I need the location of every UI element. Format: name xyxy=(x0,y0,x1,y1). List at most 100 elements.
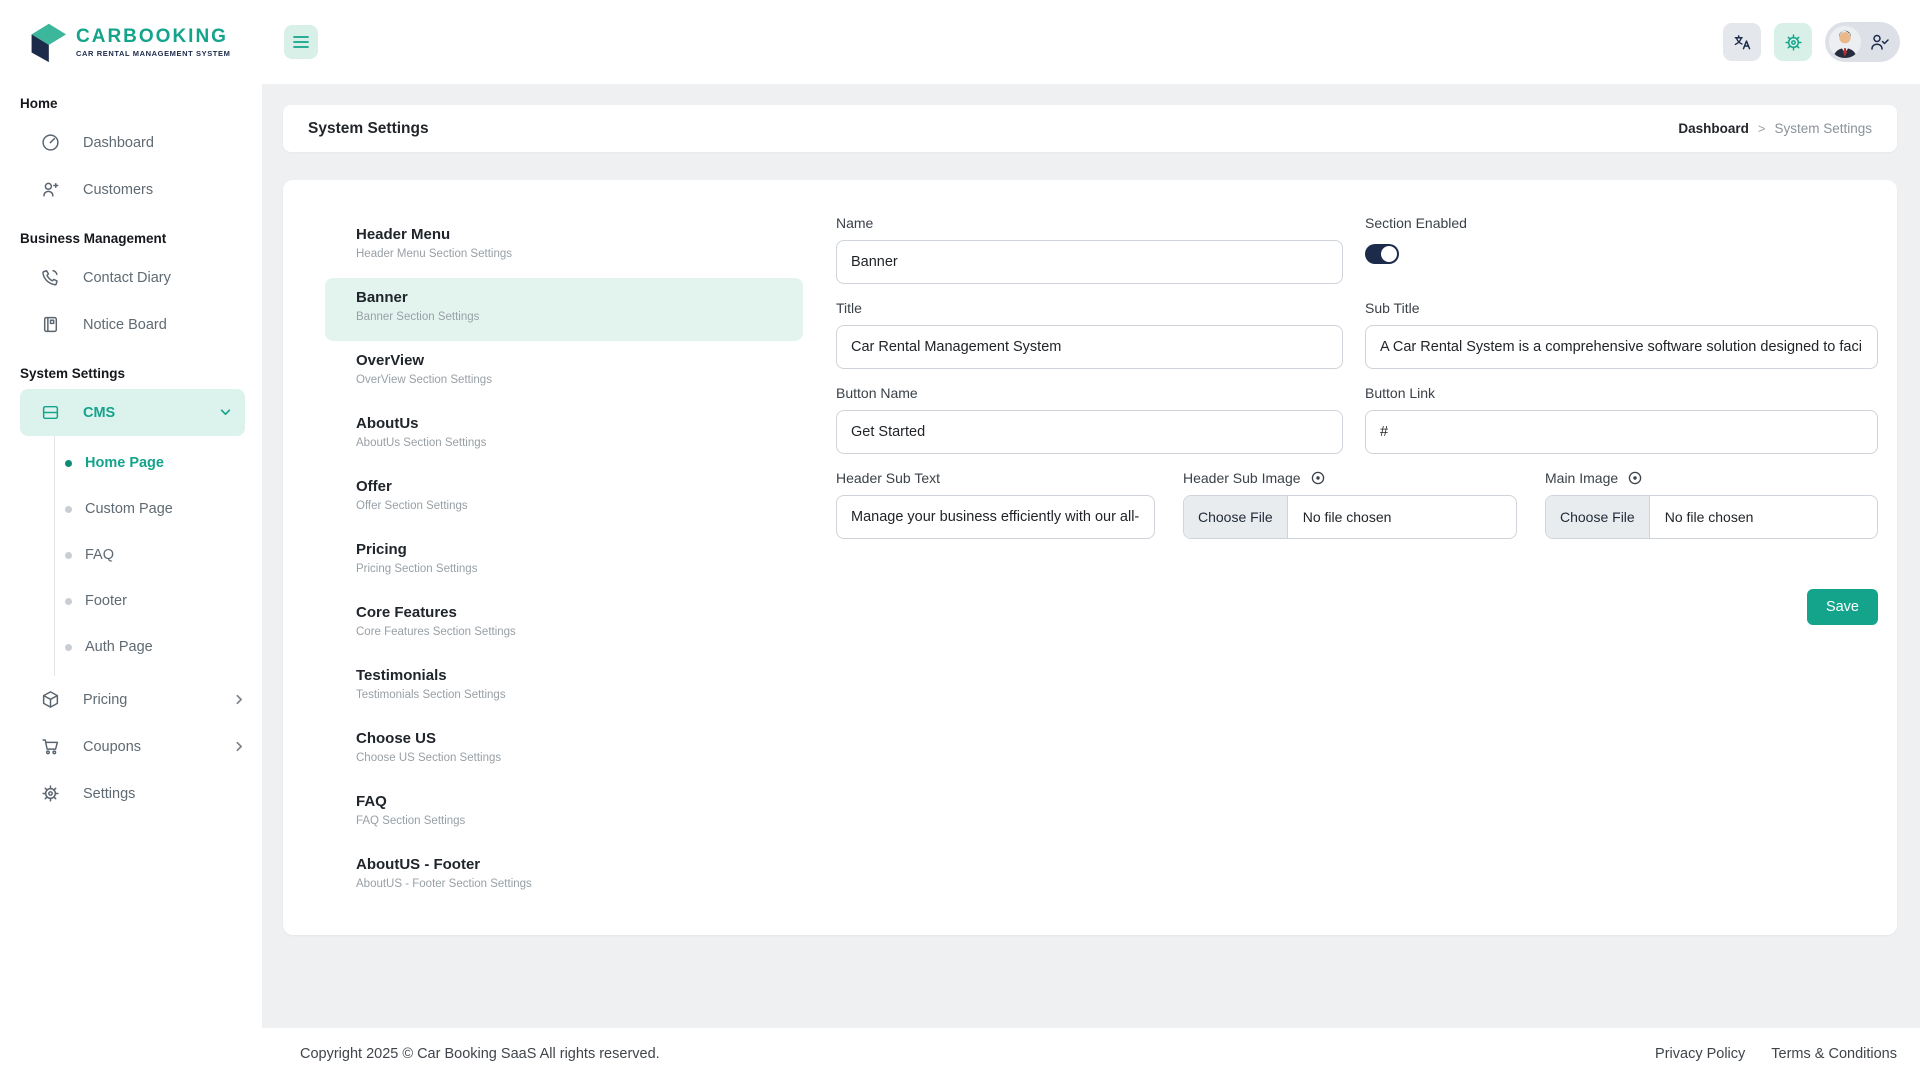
section-list-item-choose-us[interactable]: Choose USChoose US Section Settings xyxy=(325,719,803,782)
page-title: System Settings xyxy=(308,120,429,138)
sidebar-toggle-button[interactable] xyxy=(284,25,318,59)
banner-section-form: Name Section Enabled Title xyxy=(836,215,1878,895)
section-list-item-faq[interactable]: FAQ FAQ Section Settings xyxy=(325,782,803,845)
chevron-right-icon xyxy=(234,694,245,705)
section-item-title: OverView xyxy=(356,352,787,369)
sidebar-subitem-label: Footer xyxy=(85,593,127,609)
title-input[interactable] xyxy=(836,325,1343,369)
section-list-item-pricing[interactable]: PricingPricing Section Settings xyxy=(325,530,803,593)
main-image-preview-icon[interactable] xyxy=(1627,470,1643,486)
bullet-icon xyxy=(65,598,72,605)
button-name-label: Button Name xyxy=(836,385,1343,401)
footer-links: Privacy Policy Terms & Conditions xyxy=(1655,1046,1897,1062)
section-list-item-offer[interactable]: OfferOffer Section Settings xyxy=(325,467,803,530)
title-label: Title xyxy=(836,300,1343,316)
section-list-item-overview[interactable]: OverView OverView Section Settings xyxy=(325,341,803,404)
sub-title-input[interactable] xyxy=(1365,325,1878,369)
section-item-title: FAQ xyxy=(356,793,787,810)
sidebar-item-contact-diary[interactable]: Contact Diary xyxy=(0,254,262,301)
section-list-item-banner[interactable]: BannerBanner Section Settings xyxy=(325,278,803,341)
section-item-subtitle: FAQ Section Settings xyxy=(356,815,787,827)
sidebar-item-dashboard[interactable]: Dashboard xyxy=(0,119,262,166)
sidebar-subitem-footer[interactable]: Footer xyxy=(55,578,262,624)
section-list-item-aboutus-footer[interactable]: AboutUS - FooterAboutUS - Footer Section… xyxy=(325,845,803,908)
toggle-knob xyxy=(1381,246,1397,262)
settings-button[interactable] xyxy=(1774,23,1812,61)
main-image-label: Main Image xyxy=(1545,470,1878,486)
sidebar-item-label: Coupons xyxy=(83,739,234,755)
section-enabled-label: Section Enabled xyxy=(1365,215,1878,231)
section-item-title: Core Features xyxy=(356,604,787,621)
sidebar-item-pricing[interactable]: Pricing xyxy=(0,676,262,723)
name-input[interactable] xyxy=(836,240,1343,284)
sidebar-submenu-cms: Home Page Custom Page FAQ Footer Auth Page xyxy=(54,436,262,676)
sidebar-subitem-faq[interactable]: FAQ xyxy=(55,532,262,578)
sidebar-subitem-custom-page[interactable]: Custom Page xyxy=(55,486,262,532)
section-item-subtitle: OverView Section Settings xyxy=(356,374,787,386)
header-sub-image-preview-icon[interactable] xyxy=(1310,470,1326,486)
choose-file-button[interactable]: Choose File xyxy=(1184,496,1288,538)
header-sub-image-file-input[interactable]: Choose File No file chosen xyxy=(1183,495,1517,539)
sidebar-subitem-label: Home Page xyxy=(85,455,164,471)
section-item-title: Offer xyxy=(356,478,787,495)
button-name-input[interactable] xyxy=(836,410,1343,454)
sidebar-item-label: Notice Board xyxy=(83,317,245,333)
brand-tagline: CAR RENTAL MANAGEMENT SYSTEM xyxy=(76,49,230,58)
sidebar-section-header-home: Home xyxy=(20,96,262,111)
choose-file-button[interactable]: Choose File xyxy=(1546,496,1650,538)
section-list-item-core-features[interactable]: Core FeaturesCore Features Section Setti… xyxy=(325,593,803,656)
profile-menu-button[interactable] xyxy=(1825,22,1900,62)
file-status: No file chosen xyxy=(1288,509,1407,525)
section-list-item-testimonials[interactable]: TestimonialsTestimonials Section Setting… xyxy=(325,656,803,719)
main-image-file-input[interactable]: Choose File No file chosen xyxy=(1545,495,1878,539)
file-status: No file chosen xyxy=(1650,509,1769,525)
footer: Copyright 2025 © Car Booking SaaS All ri… xyxy=(262,1028,1920,1080)
sidebar-item-notice-board[interactable]: Notice Board xyxy=(0,301,262,348)
section-enabled-toggle[interactable] xyxy=(1365,244,1399,264)
header-sub-text-input[interactable] xyxy=(836,495,1155,539)
sidebar-item-settings[interactable]: Settings xyxy=(0,770,262,817)
section-item-subtitle: AboutUs Section Settings xyxy=(356,437,787,449)
gear-icon xyxy=(40,784,60,804)
sidebar-item-label: Settings xyxy=(83,786,245,802)
header-sub-text-label: Header Sub Text xyxy=(836,470,1155,486)
name-label: Name xyxy=(836,215,1343,231)
sidebar-subitem-label: Auth Page xyxy=(85,639,153,655)
section-item-title: AboutUS - Footer xyxy=(356,856,787,873)
brand-name: CARBOOKING xyxy=(76,27,230,47)
sidebar-item-coupons[interactable]: Coupons xyxy=(0,723,262,770)
cms-sections-list: Header MenuHeader Menu Section SettingsB… xyxy=(325,215,803,895)
package-icon xyxy=(40,690,60,710)
topbar xyxy=(262,0,1920,84)
sidebar-item-cms[interactable]: CMS xyxy=(20,389,245,436)
footer-link-terms-conditions[interactable]: Terms & Conditions xyxy=(1771,1046,1897,1062)
section-list-item-aboutus[interactable]: AboutUsAboutUs Section Settings xyxy=(325,404,803,467)
section-item-title: Choose US xyxy=(356,730,787,747)
sidebar-nav: HomeDashboardCustomersBusiness Managemen… xyxy=(0,96,262,817)
sidebar-subitem-auth-page[interactable]: Auth Page xyxy=(55,624,262,670)
bullet-icon xyxy=(65,506,72,513)
section-item-subtitle: Banner Section Settings xyxy=(356,311,787,323)
dashboard-icon xyxy=(40,133,60,153)
breadcrumb: Dashboard > System Settings xyxy=(1678,121,1872,136)
cart-icon xyxy=(40,737,60,757)
section-list-item-header-menu[interactable]: Header MenuHeader Menu Section Settings xyxy=(325,215,803,278)
header-sub-image-label-text: Header Sub Image xyxy=(1183,470,1301,486)
button-link-input[interactable] xyxy=(1365,410,1878,454)
breadcrumb-dashboard[interactable]: Dashboard xyxy=(1678,121,1749,136)
sidebar-subitem-home-page[interactable]: Home Page xyxy=(55,440,262,486)
person-add-icon xyxy=(40,180,60,200)
sidebar-item-customers[interactable]: Customers xyxy=(0,166,262,213)
section-item-subtitle: Pricing Section Settings xyxy=(356,563,787,575)
bullet-icon xyxy=(65,460,72,467)
footer-link-privacy-policy[interactable]: Privacy Policy xyxy=(1655,1046,1745,1062)
copyright-text: Copyright 2025 © Car Booking SaaS All ri… xyxy=(300,1046,660,1062)
sidebar-item-label: CMS xyxy=(83,405,220,421)
save-button[interactable]: Save xyxy=(1807,589,1878,625)
notebook-icon xyxy=(40,315,60,335)
breadcrumb-separator: > xyxy=(1758,121,1766,136)
translate-button[interactable] xyxy=(1723,23,1761,61)
sidebar-subitem-label: FAQ xyxy=(85,547,114,563)
translate-icon xyxy=(1733,33,1752,52)
app-root: CARBOOKING CAR RENTAL MANAGEMENT SYSTEM … xyxy=(0,0,1920,1080)
